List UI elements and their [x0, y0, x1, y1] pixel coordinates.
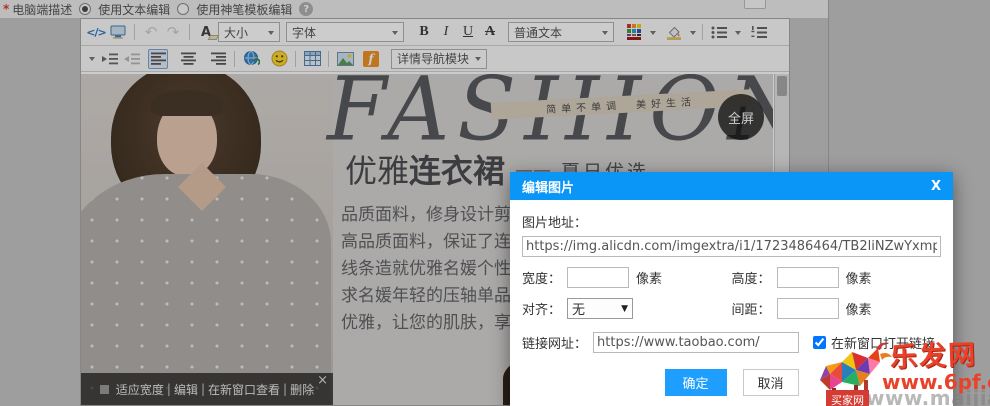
height-input[interactable]	[777, 267, 839, 288]
spacing-label: 间距：	[732, 299, 771, 318]
screen: * 电脑端描述 使用文本编辑 使用神笔模板编辑 ? </> ↶ ↷ A 大小	[0, 0, 990, 406]
cancel-button[interactable]: 取消	[743, 369, 799, 396]
link-url-label: 链接网址：	[522, 333, 587, 352]
dialog-header: 编辑图片 X	[510, 172, 953, 200]
image-url-input[interactable]	[522, 236, 941, 257]
confirm-button[interactable]: 确定	[665, 369, 727, 396]
width-input[interactable]	[567, 267, 629, 288]
chevron-down-icon: ▼	[621, 304, 628, 314]
px-unit: 像素	[846, 268, 872, 287]
spacing-input[interactable]	[777, 298, 839, 319]
px-unit: 像素	[846, 299, 872, 318]
height-label: 高度：	[732, 268, 771, 287]
width-label: 宽度：	[522, 268, 561, 287]
align-select[interactable]: 无 ▼	[567, 298, 633, 319]
brand-url: www.6pf.cn	[882, 370, 990, 394]
align-value: 无	[572, 299, 585, 318]
dialog-close-button[interactable]: X	[931, 179, 941, 194]
image-url-label: 图片地址：	[522, 212, 941, 231]
link-url-input[interactable]	[593, 332, 799, 353]
px-unit: 像素	[636, 268, 662, 287]
brand-badge: 买家网	[826, 390, 869, 406]
lefa-watermark: www.maijia.com 乐发网 www.6pf.cn 买家网	[808, 326, 990, 406]
brand-name: 乐发网	[889, 332, 977, 374]
align-label: 对齐：	[522, 299, 561, 318]
dialog-title: 编辑图片	[522, 177, 574, 196]
